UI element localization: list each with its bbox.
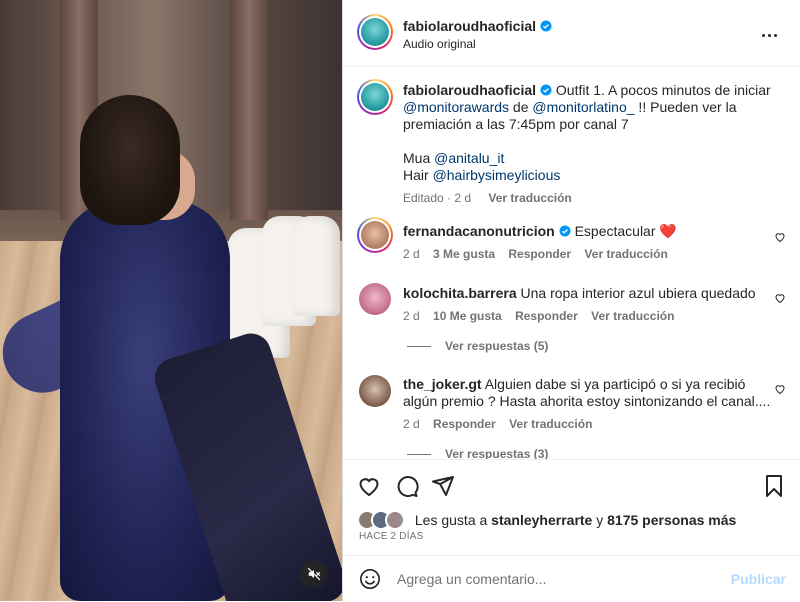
view-replies-label: Ver respuestas (5) <box>445 339 549 353</box>
post-age[interactable]: HACE 2 DÍAS <box>359 531 423 542</box>
comment-avatar[interactable] <box>359 283 391 315</box>
comment-item: kolochita.barrera Una ropa interior azul… <box>403 285 776 325</box>
author-username[interactable]: fabiolaroudhaoficial <box>403 18 536 34</box>
post-comment-button[interactable]: Publicar <box>731 571 786 587</box>
mention-link[interactable]: @anitalu_it <box>434 150 504 166</box>
view-replies-label: Ver respuestas (3) <box>445 447 549 459</box>
comment-icon[interactable] <box>395 474 419 498</box>
author-avatar[interactable] <box>357 14 393 50</box>
verified-badge-icon <box>540 20 552 32</box>
comment-likes[interactable]: 10 Me gusta <box>433 309 502 323</box>
comment-text: Espectacular ❤️ <box>574 223 677 239</box>
emoji-icon[interactable] <box>359 568 381 590</box>
likes-conjunction: y <box>592 512 608 528</box>
comment-username[interactable]: the_joker.gt <box>403 376 482 392</box>
likes-count[interactable]: 8175 personas más <box>607 512 736 528</box>
caption-hair-label: Hair <box>403 167 433 183</box>
view-replies-button[interactable]: Ver respuestas (5) <box>407 339 548 353</box>
verified-badge-icon <box>559 225 571 237</box>
action-bar <box>343 459 800 510</box>
comment-item: the_joker.gt Alguien dabe si ya particip… <box>403 376 776 433</box>
caption-text-part: de <box>509 99 533 115</box>
more-options-button[interactable] <box>762 24 782 40</box>
translate-button[interactable]: Ver traducción <box>584 247 667 261</box>
comment-avatar[interactable] <box>357 217 393 253</box>
likes-summary: Les gusta a stanleyherrarte y 8175 perso… <box>357 510 786 530</box>
speaker-muted-icon <box>307 567 321 581</box>
more-horizontal-icon <box>762 34 765 37</box>
caption-text-part: Outfit 1. A pocos minutos de iniciar <box>555 82 771 98</box>
replies-divider <box>407 454 431 456</box>
translate-button[interactable]: Ver traducción <box>488 191 571 205</box>
reply-button[interactable]: Responder <box>515 309 578 323</box>
comment-composer: Publicar <box>343 555 800 602</box>
comment-text: Alguien dabe si ya participó o si ya rec… <box>484 376 746 392</box>
comment-age: 2 d <box>403 247 420 261</box>
audio-label[interactable]: Audio original <box>403 37 476 51</box>
caption-text: fabiolaroudhaoficial Outfit 1. A pocos m… <box>403 82 776 207</box>
video-hair <box>80 95 180 225</box>
caption-edited: Editado · 2 d <box>403 191 472 205</box>
author-username-link[interactable]: fabiolaroudhaoficial <box>403 18 552 34</box>
comment-item: fernandacanonutricion Espectacular ❤️ 2 … <box>403 223 776 263</box>
bookmark-icon[interactable] <box>762 474 786 498</box>
replies-divider <box>407 346 431 348</box>
video-chair <box>292 216 340 316</box>
comment-username[interactable]: kolochita.barrera <box>403 285 517 301</box>
verified-badge-icon <box>540 84 552 96</box>
comment-age: 2 d <box>403 309 420 323</box>
comment-likes[interactable]: 3 Me gusta <box>433 247 495 261</box>
view-replies-button[interactable]: Ver respuestas (3) <box>407 447 548 459</box>
translate-button[interactable]: Ver traducción <box>591 309 674 323</box>
post-details-panel: fabiolaroudhaoficial Audio original fabi… <box>342 0 800 601</box>
heart-outline-icon[interactable] <box>774 231 786 243</box>
share-icon[interactable] <box>431 474 455 498</box>
translate-button[interactable]: Ver traducción <box>509 417 592 431</box>
comment-text: Una ropa interior azul ubiera quedado <box>520 285 756 301</box>
mute-button[interactable] <box>300 560 328 588</box>
heart-icon[interactable] <box>357 474 381 498</box>
liker-avatar <box>385 510 405 530</box>
comment-username[interactable]: fernandacanonutricion <box>403 223 555 239</box>
reply-button[interactable]: Responder <box>508 247 571 261</box>
post-video[interactable] <box>0 0 342 601</box>
mention-link[interactable]: @hairbysimeylicious <box>433 167 561 183</box>
comments-section: fabiolaroudhaoficial Outfit 1. A pocos m… <box>343 67 800 459</box>
comment-avatar[interactable] <box>359 375 391 407</box>
caption-username[interactable]: fabiolaroudhaoficial <box>403 82 536 98</box>
mention-link[interactable]: @monitorlatino_ <box>532 99 634 115</box>
comment-age: 2 d <box>403 417 420 431</box>
post-header: fabiolaroudhaoficial Audio original <box>343 0 800 67</box>
mention-link[interactable]: @monitorawards <box>403 99 509 115</box>
liker-username[interactable]: stanleyherrarte <box>491 512 592 528</box>
caption-mua-label: Mua <box>403 150 435 166</box>
heart-outline-icon[interactable] <box>774 292 786 304</box>
caption-avatar[interactable] <box>357 79 393 115</box>
heart-outline-icon[interactable] <box>774 383 786 395</box>
comment-text: algún premio ? Hasta ahorita estoy sinto… <box>403 393 771 409</box>
reply-button[interactable]: Responder <box>433 417 496 431</box>
comment-input[interactable] <box>395 570 699 588</box>
likes-prefix: Les gusta a <box>414 512 492 528</box>
video-curtain <box>230 0 268 220</box>
